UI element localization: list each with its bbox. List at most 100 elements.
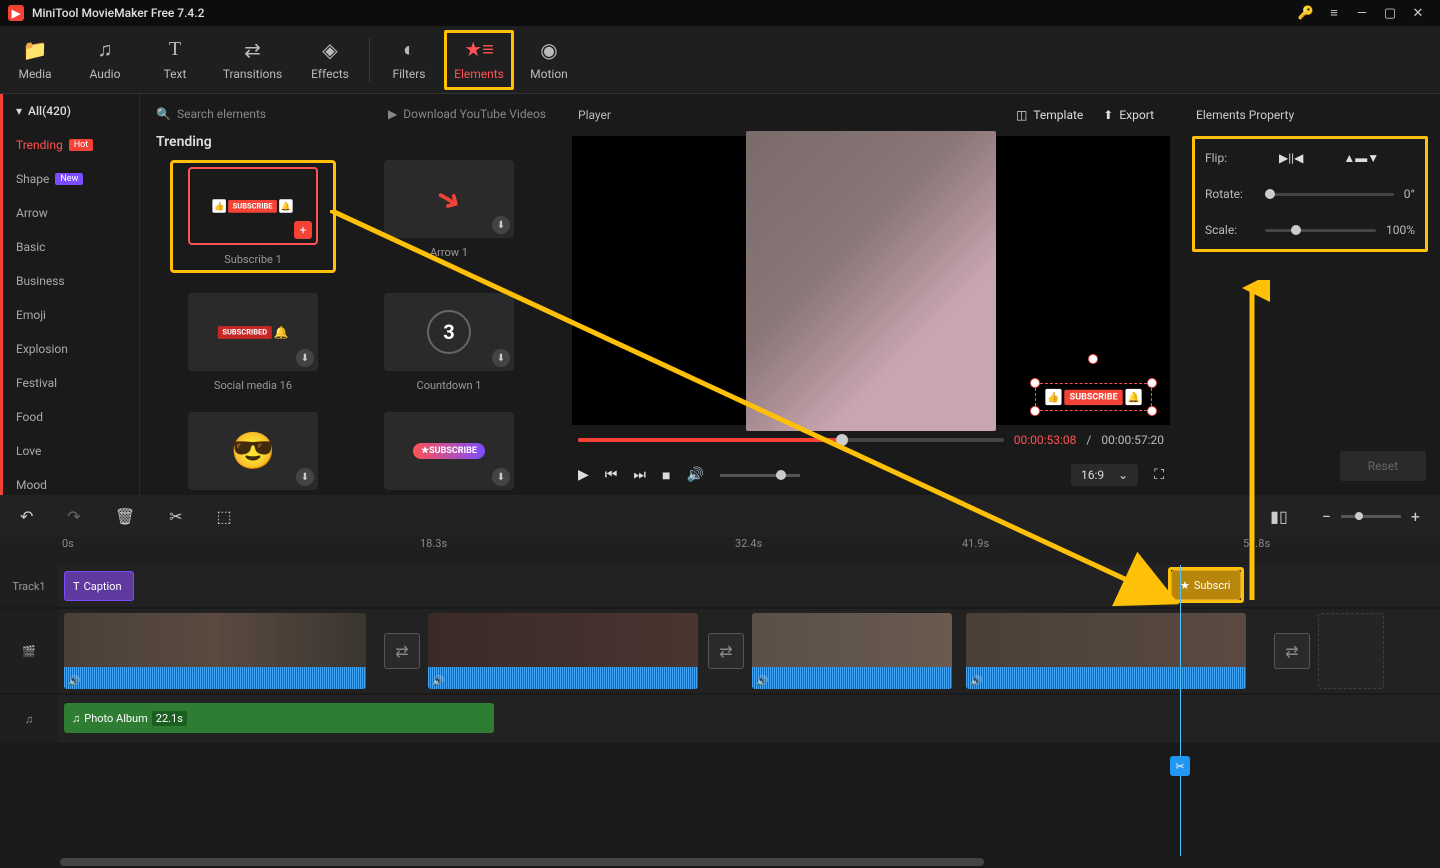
menu-icon[interactable]: ≡ xyxy=(1320,0,1348,26)
aspect-select[interactable]: 16:9⌄ xyxy=(1071,464,1138,486)
tool-media[interactable]: 📁Media xyxy=(0,30,70,90)
key-icon[interactable]: 🔑 xyxy=(1292,0,1320,26)
stop-button[interactable]: ■ xyxy=(662,467,670,484)
tool-transitions[interactable]: ⇄Transitions xyxy=(210,30,295,90)
scale-label: Scale: xyxy=(1205,223,1255,237)
video-clip-placeholder[interactable] xyxy=(1318,613,1384,689)
element-clip[interactable]: ★Subscri xyxy=(1171,570,1241,600)
volume-icon[interactable]: 🔊 xyxy=(686,467,703,483)
video-clip-3[interactable]: 🔊 xyxy=(752,613,952,689)
add-icon[interactable]: + xyxy=(294,221,312,239)
horizontal-scrollbar[interactable] xyxy=(0,856,1440,868)
zoom-in-icon[interactable]: + xyxy=(1411,507,1420,526)
tool-filters[interactable]: ◐Filters xyxy=(374,30,444,90)
sidebar-item-business[interactable]: Business xyxy=(0,264,139,298)
playhead-split-icon[interactable]: ✂ xyxy=(1170,756,1190,776)
card-social-media-16[interactable]: SUBSCRIBED🔔⬇ Social media 16 xyxy=(170,293,336,392)
fit-button[interactable]: ▮▯ xyxy=(1270,507,1288,526)
sidebar-item-trending[interactable]: TrendingHot xyxy=(0,128,139,162)
card-smiling-face[interactable]: 😎⬇ Smiling face with su xyxy=(170,412,336,495)
tool-audio[interactable]: ♫Audio xyxy=(70,30,140,90)
sidebar-item-love[interactable]: Love xyxy=(0,434,139,468)
sidebar-header[interactable]: ▾ All(420) xyxy=(0,94,139,128)
flip-vertical-icon[interactable]: ▲▬▼ xyxy=(1343,151,1379,165)
tool-effects[interactable]: ◈Effects xyxy=(295,30,365,90)
caption-clip[interactable]: TCaption xyxy=(64,571,134,601)
reset-button[interactable]: Reset xyxy=(1340,451,1426,481)
search-input[interactable]: 🔍Search elements xyxy=(156,107,266,121)
sidebar-item-mood[interactable]: Mood xyxy=(0,468,139,495)
tool-elements[interactable]: ★≡Elements xyxy=(444,30,514,90)
time-current: 00:00:53:08 xyxy=(1014,433,1077,447)
card-social-media-9[interactable]: ★SUBSCRIBE⬇ Social media 9 xyxy=(366,412,532,495)
track1-label: Track1 xyxy=(0,565,58,607)
video-clip-2[interactable]: 🔊 xyxy=(428,613,698,689)
fullscreen-button[interactable]: ⛶ xyxy=(1154,467,1164,483)
scale-slider[interactable] xyxy=(1265,229,1376,232)
download-icon[interactable]: ⬇ xyxy=(492,216,510,234)
card-arrow-1[interactable]: ➜⬇ Arrow 1 xyxy=(366,160,532,273)
rotate-value: 0° xyxy=(1404,187,1415,201)
close-icon[interactable]: ✕ xyxy=(1404,0,1432,26)
download-youtube-link[interactable]: ▶Download YouTube Videos xyxy=(388,107,546,121)
app-title: MiniTool MovieMaker Free 7.4.2 xyxy=(32,6,204,20)
undo-button[interactable]: ↶ xyxy=(20,507,33,526)
zoom-control[interactable]: − + xyxy=(1322,507,1420,526)
content-panel: 🔍Search elements ▶Download YouTube Video… xyxy=(140,94,562,495)
play-button[interactable]: ▶ xyxy=(578,467,589,483)
volume-slider[interactable] xyxy=(720,474,800,477)
download-icon[interactable]: ⬇ xyxy=(492,349,510,367)
card-countdown-1[interactable]: 3⬇ Countdown 1 xyxy=(366,293,532,392)
video-clip-4[interactable]: 🔊 xyxy=(966,613,1246,689)
sidebar-item-arrow[interactable]: Arrow xyxy=(0,196,139,230)
tool-motion[interactable]: ◉Motion xyxy=(514,30,584,90)
tool-text[interactable]: TText xyxy=(140,30,210,90)
sidebar-item-food[interactable]: Food xyxy=(0,400,139,434)
props-title: Elements Property xyxy=(1192,94,1428,136)
scale-value: 100% xyxy=(1386,223,1415,237)
sidebar-item-shape[interactable]: ShapeNew xyxy=(0,162,139,196)
split-button[interactable]: ✂ xyxy=(169,507,182,526)
rotate-slider[interactable] xyxy=(1265,193,1394,196)
audio-clip[interactable]: ♫Photo Album 22.1s xyxy=(64,703,494,733)
redo-button[interactable]: ↷ xyxy=(67,507,80,526)
sidebar-item-basic[interactable]: Basic xyxy=(0,230,139,264)
transition-slot[interactable]: ⇄ xyxy=(384,633,420,669)
video-clip-1[interactable]: 🔊 xyxy=(64,613,366,689)
elements-icon: ★≡ xyxy=(464,39,494,61)
transition-slot[interactable]: ⇄ xyxy=(1274,633,1310,669)
chevron-down-icon: ⌄ xyxy=(1118,468,1128,482)
progress-bar[interactable] xyxy=(578,438,1004,442)
search-icon: 🔍 xyxy=(156,107,171,121)
next-button[interactable]: ⏭ xyxy=(633,467,646,483)
content-heading: Trending xyxy=(140,134,562,150)
music-icon: ♫ xyxy=(98,39,113,61)
effects-icon: ◈ xyxy=(322,39,337,61)
sidebar-item-emoji[interactable]: Emoji xyxy=(0,298,139,332)
download-icon[interactable]: ⬇ xyxy=(296,468,314,486)
download-icon[interactable]: ⬇ xyxy=(492,468,510,486)
titlebar: ▶ MiniTool MovieMaker Free 7.4.2 🔑 ≡ — ▢… xyxy=(0,0,1440,26)
sidebar-item-festival[interactable]: Festival xyxy=(0,366,139,400)
player-panel: Player ◫Template ⬆Export 👍SUBSCRIBE🔔 00:… xyxy=(562,94,1180,495)
transition-slot[interactable]: ⇄ xyxy=(708,633,744,669)
element-overlay[interactable]: 👍SUBSCRIBE🔔 xyxy=(1035,383,1152,411)
export-button[interactable]: ⬆Export xyxy=(1093,102,1164,128)
template-icon: ◫ xyxy=(1016,108,1027,122)
filters-icon: ◐ xyxy=(403,39,415,61)
download-icon[interactable]: ⬇ xyxy=(296,349,314,367)
delete-button[interactable]: 🗑 xyxy=(115,507,135,526)
minimize-icon[interactable]: — xyxy=(1348,0,1376,26)
maximize-icon[interactable]: ▢ xyxy=(1376,0,1404,26)
prev-button[interactable]: ⏮ xyxy=(605,467,618,483)
template-button[interactable]: ◫Template xyxy=(1006,102,1093,128)
crop-button[interactable]: ⬚ xyxy=(217,507,232,526)
playhead[interactable]: ✂ xyxy=(1180,565,1181,856)
export-icon: ⬆ xyxy=(1103,108,1113,122)
sidebar-item-explosion[interactable]: Explosion xyxy=(0,332,139,366)
preview-area[interactable]: 👍SUBSCRIBE🔔 xyxy=(572,136,1170,425)
zoom-out-icon[interactable]: − xyxy=(1322,507,1331,526)
card-subscribe-1[interactable]: 👍SUBSCRIBE🔔 + Subscribe 1 xyxy=(170,160,336,273)
flip-horizontal-icon[interactable]: ▶||◀ xyxy=(1279,151,1303,165)
ruler[interactable]: 0s 18.3s 32.4s 41.9s 57.8s xyxy=(0,537,1440,565)
